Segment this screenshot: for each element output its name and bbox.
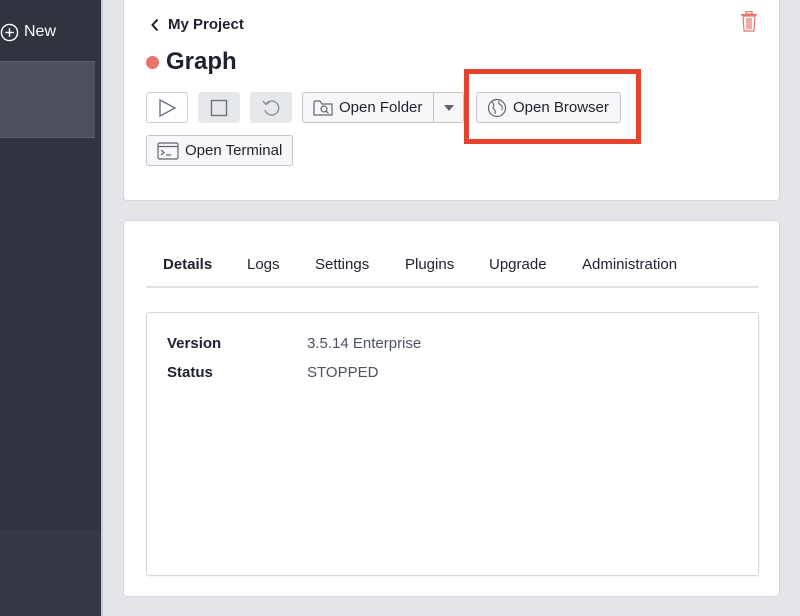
caret-down-icon bbox=[443, 104, 454, 111]
folder-search-icon bbox=[313, 99, 333, 116]
open-folder-button[interactable]: Open Folder bbox=[302, 92, 434, 123]
new-button[interactable]: New bbox=[0, 20, 56, 44]
stop-icon bbox=[210, 99, 228, 116]
trash-icon[interactable] bbox=[740, 11, 758, 32]
tab-administration[interactable]: Administration bbox=[582, 256, 677, 273]
chevron-left-icon bbox=[151, 18, 159, 31]
back-link[interactable]: My Project bbox=[150, 16, 244, 33]
open-terminal-button[interactable]: Open Terminal bbox=[146, 135, 293, 166]
restart-button[interactable] bbox=[250, 92, 292, 123]
status-value: STOPPED bbox=[307, 364, 379, 381]
status-label: Status bbox=[167, 364, 213, 381]
tab-logs[interactable]: Logs bbox=[247, 256, 280, 273]
tab-settings[interactable]: Settings bbox=[315, 256, 369, 273]
open-folder-label: Open Folder bbox=[339, 99, 423, 116]
sidebar-item-project[interactable] bbox=[0, 61, 95, 138]
new-label: New bbox=[24, 23, 57, 40]
title-row: Graph bbox=[146, 48, 237, 76]
plus-circle-icon bbox=[0, 23, 19, 41]
tab-bar: Details Logs Settings Plugins Upgrade Ad… bbox=[146, 248, 759, 288]
terminal-icon bbox=[157, 141, 179, 160]
play-icon bbox=[159, 98, 177, 117]
tab-upgrade[interactable]: Upgrade bbox=[489, 256, 547, 273]
version-label: Version bbox=[167, 335, 222, 352]
open-folder-dropdown[interactable] bbox=[433, 92, 464, 123]
stop-button[interactable] bbox=[198, 92, 240, 123]
sidebar: New bbox=[0, 0, 101, 616]
highlight-annotation bbox=[464, 69, 641, 144]
project-details-card: Details Logs Settings Plugins Upgrade Ad… bbox=[123, 220, 780, 597]
tab-details[interactable]: Details bbox=[163, 256, 212, 273]
version-value: 3.5.14 Enterprise bbox=[307, 335, 422, 352]
sidebar-divider bbox=[101, 0, 103, 616]
project-header-card: My Project Graph Open Folder Open Browse… bbox=[123, 0, 780, 201]
open-terminal-label: Open Terminal bbox=[185, 142, 283, 159]
details-panel: Version 3.5.14 Enterprise Status STOPPED bbox=[146, 312, 759, 576]
back-label: My Project bbox=[168, 16, 244, 33]
restart-icon bbox=[262, 99, 280, 116]
status-dot bbox=[146, 55, 159, 69]
start-button[interactable] bbox=[146, 92, 188, 123]
tab-plugins[interactable]: Plugins bbox=[405, 256, 454, 273]
sidebar-footer bbox=[0, 530, 101, 616]
page-title: Graph bbox=[166, 48, 237, 75]
